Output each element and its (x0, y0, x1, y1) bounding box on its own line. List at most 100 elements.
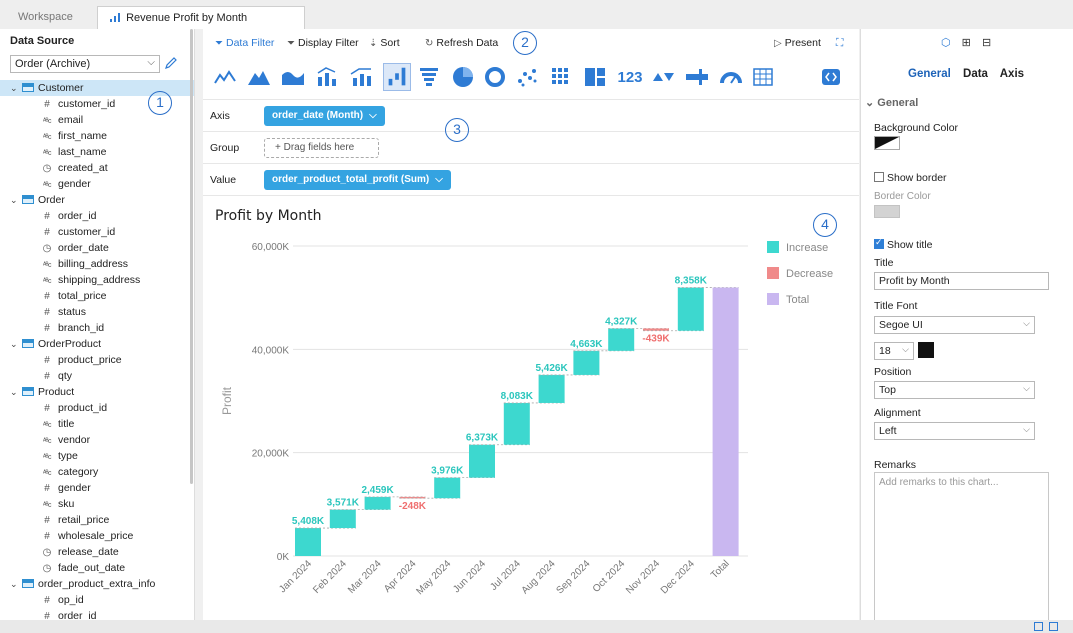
tree-field[interactable]: ᴬᴮc last_name (0, 144, 194, 160)
chevron-down-icon[interactable]: ⌄ (10, 384, 22, 400)
layout-bottom-icon[interactable] (1049, 622, 1058, 631)
legend-label: Decrease (786, 268, 833, 280)
tree-field[interactable]: # customer_id (0, 224, 194, 240)
position-select[interactable]: Top ⌵ (874, 381, 1035, 399)
value-field-pill[interactable]: order_product_total_profit (Sum) ⌵ (264, 170, 451, 190)
checkbox[interactable] (874, 172, 884, 182)
tree-field[interactable]: ᴬᴮc gender (0, 176, 194, 192)
kpi-icon[interactable] (649, 63, 677, 91)
combo-icon[interactable] (313, 63, 341, 91)
tree-table-orderproduct[interactable]: ⌄ OrderProduct (0, 336, 194, 352)
fullscreen-icon[interactable]: ⛶ (836, 37, 843, 50)
tree-field[interactable]: # order_id (0, 208, 194, 224)
data-filter-button[interactable]: ⏷ Data Filter (215, 37, 274, 49)
title-input[interactable]: Profit by Month (874, 272, 1049, 290)
chevron-down-icon[interactable]: ⌄ (10, 80, 22, 96)
tab-workspace-label: Workspace (18, 11, 73, 23)
font-color-swatch[interactable] (918, 342, 934, 358)
tree-field[interactable]: # qty (0, 368, 194, 384)
tab-bar: Workspace Revenue Profit by Month (0, 0, 1073, 29)
chevron-down-icon: ⌵ (1023, 424, 1030, 434)
tree-field[interactable]: # product_id (0, 400, 194, 416)
background-color-swatch[interactable] (874, 136, 900, 150)
show-border-checkbox[interactable]: Show border (874, 172, 947, 184)
group-dropzone[interactable]: + Drag fields here (264, 138, 379, 158)
chevron-down-icon[interactable]: ⌄ (10, 336, 22, 352)
font-size-select[interactable]: 18 ⌵ (874, 342, 914, 360)
chevron-down-icon[interactable]: ⌄ (10, 576, 22, 592)
tree-field[interactable]: # branch_id (0, 320, 194, 336)
pencil-icon[interactable] (164, 56, 178, 70)
toggle-icon[interactable] (817, 63, 845, 91)
layout-left-icon[interactable] (1034, 622, 1043, 631)
tab-workspace[interactable]: Workspace (6, 6, 85, 29)
tree-field[interactable]: ᴬᴮc sku (0, 496, 194, 512)
tree-field[interactable]: ◷ fade_out_date (0, 560, 194, 576)
funnel-icon[interactable] (415, 63, 443, 91)
scatter-icon[interactable] (513, 63, 541, 91)
tree-field[interactable]: ᴬᴮc title (0, 416, 194, 432)
bullet-icon[interactable] (683, 63, 711, 91)
present-button[interactable]: ▷ Present (774, 37, 821, 49)
chevron-down-icon: ⌵ (1023, 383, 1030, 393)
sort-button[interactable]: ⇣ Sort (369, 37, 400, 49)
tree-table-product[interactable]: ⌄ Product (0, 384, 194, 400)
hash-icon: # (44, 99, 50, 110)
alignment-select[interactable]: Left ⌵ (874, 422, 1035, 440)
tree-field[interactable]: ᴬᴮc shipping_address (0, 272, 194, 288)
tree-field[interactable]: ᴬᴮc billing_address (0, 256, 194, 272)
data-source-select[interactable]: Order (Archive) ⌵ (10, 55, 160, 73)
tab-axis[interactable]: Axis (1000, 68, 1024, 80)
tree-field[interactable]: ᴬᴮc email (0, 112, 194, 128)
tab-general[interactable]: General (908, 68, 951, 80)
tree-field[interactable]: # gender (0, 480, 194, 496)
combo-line-icon[interactable] (347, 63, 375, 91)
tree-field[interactable]: # wholesale_price (0, 528, 194, 544)
show-title-checkbox[interactable]: Show title (874, 237, 933, 251)
tab-data[interactable]: Data (963, 68, 988, 80)
tab-revenue-profit[interactable]: Revenue Profit by Month (97, 6, 305, 29)
treemap-icon[interactable] (581, 63, 609, 91)
table-icon[interactable] (749, 63, 777, 91)
tree-field[interactable]: # product_price (0, 352, 194, 368)
chevron-down-icon[interactable]: ⌄ (10, 192, 22, 208)
remarks-textarea[interactable]: Add remarks to this chart... (874, 472, 1049, 622)
cube-icon[interactable]: ⬡ (941, 37, 951, 49)
x-tick-label: Aug 2024 (520, 558, 558, 596)
tree-field[interactable]: # retail_price (0, 512, 194, 528)
pie-icon[interactable] (449, 63, 477, 91)
left-scrollbar[interactable] (190, 29, 193, 484)
tree-field[interactable]: ᴬᴮc type (0, 448, 194, 464)
tree-field[interactable]: # op_id (0, 592, 194, 608)
tree-field[interactable]: ᴬᴮc category (0, 464, 194, 480)
number-icon[interactable]: 123 (613, 63, 647, 91)
title-font-select[interactable]: Segoe UI ⌵ (874, 316, 1035, 334)
general-section-header[interactable]: ⌄ General (865, 96, 918, 109)
tree-field[interactable]: ᴬᴮc vendor (0, 432, 194, 448)
waterfall-icon[interactable] (383, 63, 411, 91)
tree-table-order_product_extra_info[interactable]: ⌄ order_product_extra_info (0, 576, 194, 592)
gauge-icon[interactable] (717, 63, 745, 91)
display-filter-button[interactable]: ⏷ Display Filter (287, 37, 359, 49)
tree-field[interactable]: ◷ order_date (0, 240, 194, 256)
table-icon (22, 83, 34, 92)
layout-icon[interactable]: ⊞ (962, 37, 971, 49)
area-icon[interactable] (279, 63, 307, 91)
tree-field[interactable]: # status (0, 304, 194, 320)
checkbox[interactable] (874, 237, 884, 249)
heatmap-icon[interactable] (547, 63, 575, 91)
tree-field[interactable]: # order_id (0, 608, 194, 620)
tree-table-order[interactable]: ⌄ Order (0, 192, 194, 208)
axis-field-pill[interactable]: order_date (Month) ⌵ (264, 106, 385, 126)
donut-icon[interactable] (481, 63, 509, 91)
border-color-swatch[interactable] (874, 205, 900, 218)
mountain-icon[interactable] (245, 63, 273, 91)
tree-field[interactable]: # total_price (0, 288, 194, 304)
tree-field[interactable]: ◷ release_date (0, 544, 194, 560)
align-icon[interactable]: ⊟ (982, 37, 991, 49)
tree-field[interactable]: ᴬᴮc first_name (0, 128, 194, 144)
legend-label: Total (786, 294, 809, 306)
line-icon[interactable] (211, 63, 239, 91)
refresh-button[interactable]: ↻ Refresh Data (425, 37, 498, 49)
tree-field[interactable]: ◷ created_at (0, 160, 194, 176)
